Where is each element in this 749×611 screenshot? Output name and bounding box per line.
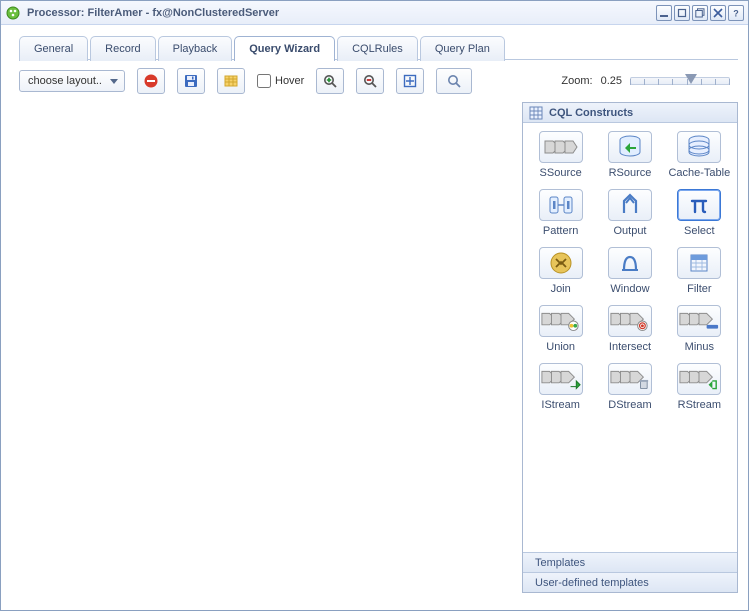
construct-cache-table[interactable]: Cache-Table: [666, 131, 732, 179]
construct-label: Select: [684, 225, 715, 237]
construct-label: Union: [546, 341, 575, 353]
layout-dropdown-label: choose layout..: [28, 75, 102, 87]
tab-label: Playback: [173, 43, 218, 55]
content-area: CQL Constructs SSource RSource Cache-Tab…: [1, 102, 748, 603]
close-button[interactable]: [710, 5, 726, 21]
section-title: CQL Constructs: [549, 107, 633, 119]
zoom-slider[interactable]: [630, 77, 730, 85]
construct-label: SSource: [540, 167, 582, 179]
tab-cqlrules[interactable]: CQLRules: [337, 36, 418, 61]
grid-button[interactable]: [217, 68, 245, 94]
construct-label: IStream: [541, 399, 580, 411]
construct-join[interactable]: Join: [528, 247, 594, 295]
zoom-label: Zoom:: [561, 75, 592, 87]
window-title: Processor: FilterAmer - fx@NonClusteredS…: [27, 7, 656, 19]
tab-label: Query Plan: [435, 43, 490, 55]
zoom-in-button[interactable]: [316, 68, 344, 94]
construct-rstream[interactable]: RStream: [666, 363, 732, 411]
construct-filter[interactable]: Filter: [666, 247, 732, 295]
construct-output[interactable]: Output: [597, 189, 663, 237]
palette-panel: CQL Constructs SSource RSource Cache-Tab…: [522, 102, 738, 593]
search-button[interactable]: [436, 68, 472, 94]
construct-label: Join: [551, 283, 571, 295]
construct-label: DStream: [608, 399, 651, 411]
construct-istream[interactable]: IStream: [528, 363, 594, 411]
delete-button[interactable]: [137, 68, 165, 94]
layout-dropdown[interactable]: choose layout..: [19, 70, 125, 92]
app-icon: [5, 5, 21, 21]
tab-area: General Record Playback Query Wizard CQL…: [1, 25, 748, 60]
construct-label: Pattern: [543, 225, 578, 237]
section-title: Templates: [535, 557, 585, 569]
restore-down-button[interactable]: [674, 5, 690, 21]
tab-label: Query Wizard: [249, 43, 320, 55]
construct-rsource[interactable]: RSource: [597, 131, 663, 179]
window-controls: ?: [656, 5, 744, 21]
tab-label: General: [34, 43, 73, 55]
construct-window[interactable]: Window: [597, 247, 663, 295]
help-button[interactable]: ?: [728, 5, 744, 21]
tab-label: CQLRules: [352, 43, 403, 55]
tab-query-plan[interactable]: Query Plan: [420, 36, 505, 61]
toolbar: choose layout.. Hover Zoom: 0.25: [1, 60, 748, 102]
construct-label: Cache-Table: [668, 167, 730, 179]
zoom-group: Zoom: 0.25: [561, 75, 730, 87]
maximize-stack-button[interactable]: [692, 5, 708, 21]
zoom-value: 0.25: [601, 75, 622, 87]
construct-ssource[interactable]: SSource: [528, 131, 594, 179]
palette-section-constructs[interactable]: CQL Constructs: [523, 103, 737, 123]
construct-label: Output: [613, 225, 646, 237]
construct-label: Minus: [685, 341, 714, 353]
minimize-button[interactable]: [656, 5, 672, 21]
palette-section-templates[interactable]: Templates: [523, 552, 737, 572]
construct-union[interactable]: Union: [528, 305, 594, 353]
construct-dstream[interactable]: DStream: [597, 363, 663, 411]
hover-label: Hover: [275, 75, 304, 87]
save-button[interactable]: [177, 68, 205, 94]
construct-label: RStream: [678, 399, 721, 411]
design-canvas[interactable]: [19, 102, 522, 593]
section-title: User-defined templates: [535, 577, 649, 589]
palette-section-user-templates[interactable]: User-defined templates: [523, 572, 737, 592]
tab-record[interactable]: Record: [90, 36, 155, 61]
zoom-out-button[interactable]: [356, 68, 384, 94]
construct-intersect[interactable]: Intersect: [597, 305, 663, 353]
construct-select[interactable]: Select: [666, 189, 732, 237]
hover-checkbox[interactable]: [257, 74, 271, 88]
zoom-slider-thumb[interactable]: [685, 74, 697, 84]
tab-playback[interactable]: Playback: [158, 36, 233, 61]
tab-label: Record: [105, 43, 140, 55]
svg-text:?: ?: [733, 8, 739, 18]
palette-body: SSource RSource Cache-Table Pattern Outp: [523, 123, 737, 552]
fit-button[interactable]: [396, 68, 424, 94]
construct-label: RSource: [609, 167, 652, 179]
title-bar: Processor: FilterAmer - fx@NonClusteredS…: [1, 1, 748, 25]
construct-label: Intersect: [609, 341, 651, 353]
chevron-down-icon: [110, 79, 118, 84]
construct-label: Window: [610, 283, 649, 295]
hover-checkbox-group: Hover: [257, 74, 304, 88]
construct-minus[interactable]: Minus: [666, 305, 732, 353]
grid-icon: [529, 106, 543, 120]
tab-query-wizard[interactable]: Query Wizard: [234, 36, 335, 61]
construct-label: Filter: [687, 283, 711, 295]
construct-pattern[interactable]: Pattern: [528, 189, 594, 237]
tab-general[interactable]: General: [19, 36, 88, 61]
tab-strip: General Record Playback Query Wizard CQL…: [19, 35, 738, 60]
